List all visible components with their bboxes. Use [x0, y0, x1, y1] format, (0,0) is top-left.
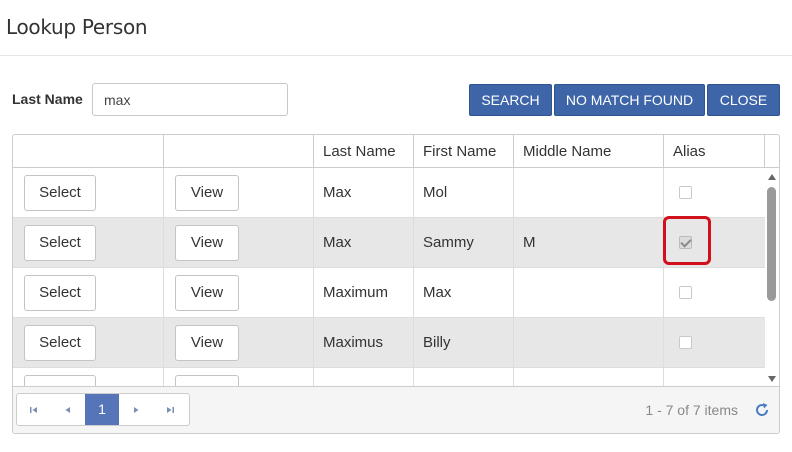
- prev-page-icon[interactable]: [51, 394, 85, 425]
- last-name-cell: Max: [314, 218, 414, 268]
- dialog-title: Lookup Person: [6, 15, 148, 39]
- last-name-cell: Max: [314, 168, 414, 218]
- view-button[interactable]: View: [175, 375, 239, 386]
- select-button[interactable]: Select: [24, 175, 96, 211]
- first-name-cell: Mol: [414, 168, 514, 218]
- table-row: Select View Max Mol: [13, 168, 765, 218]
- middle-name-cell: [514, 168, 664, 218]
- grid-header: Last Name First Name Middle Name Alias: [13, 135, 779, 168]
- scroll-up-icon[interactable]: [768, 174, 776, 180]
- pager-buttons: 1: [16, 393, 190, 426]
- column-header-alias[interactable]: Alias: [664, 135, 765, 168]
- page-1-button[interactable]: 1: [85, 394, 119, 425]
- table-row: Select View Maximus Billy: [13, 318, 765, 368]
- first-name-cell: Max: [414, 268, 514, 318]
- vertical-scrollbar[interactable]: [765, 168, 779, 386]
- first-page-icon[interactable]: [17, 394, 51, 425]
- scroll-thumb[interactable]: [767, 187, 776, 301]
- next-page-icon[interactable]: [119, 394, 153, 425]
- refresh-icon[interactable]: [753, 401, 771, 419]
- column-header-select: [13, 135, 164, 168]
- grid-body: Select View Max Mol Select View Max Samm…: [13, 168, 765, 386]
- view-button[interactable]: View: [175, 225, 239, 261]
- view-button[interactable]: View: [175, 275, 239, 311]
- alias-checkbox[interactable]: [679, 286, 692, 299]
- last-page-icon[interactable]: [153, 394, 187, 425]
- middle-name-cell: [514, 368, 664, 386]
- last-name-cell: Maximus: [314, 318, 414, 368]
- view-button[interactable]: View: [175, 325, 239, 361]
- no-match-found-button[interactable]: NO MATCH FOUND: [554, 84, 705, 116]
- middle-name-cell: M: [514, 218, 664, 268]
- column-header-last-name[interactable]: Last Name: [314, 135, 414, 168]
- pager-info: 1 - 7 of 7 items: [645, 402, 738, 418]
- scroll-down-icon[interactable]: [768, 376, 776, 382]
- alias-checkbox[interactable]: [679, 336, 692, 349]
- select-button[interactable]: Select: [24, 275, 96, 311]
- select-button[interactable]: Select: [24, 325, 96, 361]
- last-name-input[interactable]: [92, 83, 288, 116]
- alias-highlight-box: [663, 216, 711, 265]
- last-name-cell: Maximum: [314, 268, 414, 318]
- dialog-header: Lookup Person: [0, 0, 792, 56]
- search-button[interactable]: SEARCH: [469, 84, 552, 116]
- view-button[interactable]: View: [175, 175, 239, 211]
- middle-name-cell: [514, 318, 664, 368]
- last-name-label: Last Name: [12, 91, 83, 107]
- select-button[interactable]: Select: [24, 225, 96, 261]
- table-row: Select View: [13, 368, 765, 386]
- column-header-first-name[interactable]: First Name: [414, 135, 514, 168]
- column-header-middle-name[interactable]: Middle Name: [514, 135, 664, 168]
- last-name-cell: [314, 368, 414, 386]
- first-name-cell: Sammy: [414, 218, 514, 268]
- table-row: Select View Max Sammy M: [13, 218, 765, 268]
- table-row: Select View Maximum Max: [13, 268, 765, 318]
- pager: 1 1 - 7 of 7 items: [13, 386, 779, 433]
- close-button[interactable]: CLOSE: [707, 84, 780, 116]
- select-button[interactable]: Select: [24, 375, 96, 386]
- alias-checkbox[interactable]: [679, 186, 692, 199]
- first-name-cell: Billy: [414, 318, 514, 368]
- column-header-view: [164, 135, 314, 168]
- results-grid: Last Name First Name Middle Name Alias S…: [12, 134, 780, 434]
- middle-name-cell: [514, 268, 664, 318]
- first-name-cell: [414, 368, 514, 386]
